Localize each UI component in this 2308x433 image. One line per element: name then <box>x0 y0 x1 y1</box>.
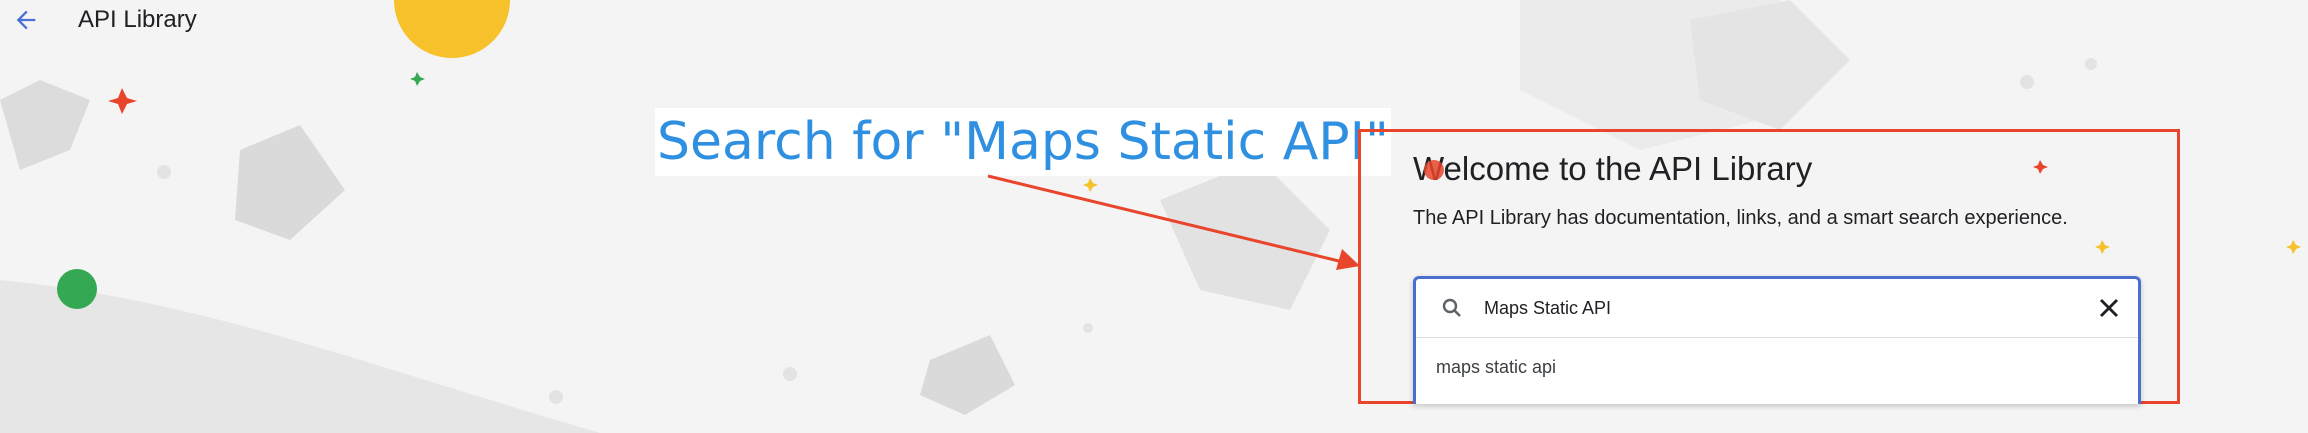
decorative-sun <box>394 0 510 58</box>
page-title: API Library <box>78 6 197 33</box>
arrow-back-icon <box>16 10 36 30</box>
clear-search-button[interactable] <box>2094 293 2124 323</box>
api-search-box: maps static api <box>1413 276 2141 404</box>
search-input[interactable] <box>1484 291 2044 325</box>
search-row <box>1416 279 2138 337</box>
top-bar: API Library <box>0 0 400 40</box>
welcome-subtitle: The API Library has documentation, links… <box>1413 207 2068 229</box>
click-indicator-dot <box>1424 160 1444 180</box>
decorative-green-dot <box>57 269 97 309</box>
annotation-label: Search for "Maps Static API" <box>655 108 1391 176</box>
decorative-red-star <box>108 88 137 114</box>
close-icon <box>2100 299 2118 317</box>
welcome-title: Welcome to the API Library <box>1413 150 1813 187</box>
search-suggestion-label: maps static api <box>1436 357 1557 377</box>
search-suggestion[interactable]: maps static api <box>1416 337 2138 400</box>
back-button[interactable] <box>10 4 42 36</box>
search-icon <box>1442 298 1461 317</box>
